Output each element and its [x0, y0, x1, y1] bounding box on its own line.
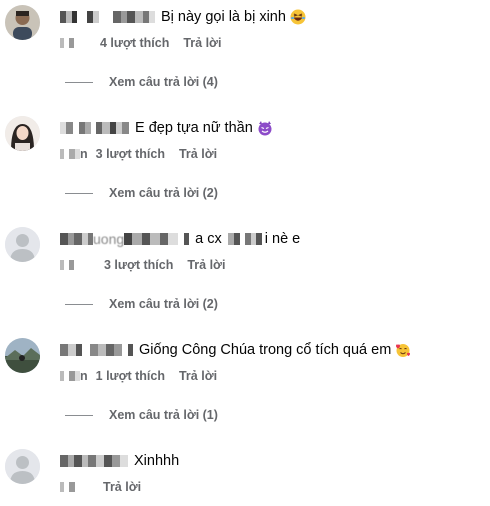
purple-devil-face-icon — [257, 120, 273, 136]
avatar[interactable] — [5, 227, 40, 262]
commenter-name-redacted[interactable]: uong — [60, 231, 190, 247]
comment-text: E đẹp tựa nữ thần — [135, 120, 253, 136]
laughing-face-icon — [290, 9, 306, 25]
divider — [65, 192, 93, 194]
divider — [65, 81, 93, 83]
comment-text: a cx — [195, 231, 222, 247]
divider — [65, 303, 93, 305]
comment-text-suffix: i nè e — [264, 231, 301, 247]
comment-item: Xinhhh Trả lời — [0, 444, 490, 506]
avatar[interactable] — [5, 116, 40, 151]
smiling-face-with-hearts-icon — [395, 342, 411, 358]
view-replies-link[interactable]: Xem câu trả lời (2) — [65, 183, 218, 203]
comment-item: E đẹp tựa nữ thần n 3 lượt thích Trả lời… — [0, 111, 490, 221]
avatar[interactable] — [5, 338, 40, 373]
comment-text: Bị này gọi là bị xinh — [161, 9, 286, 25]
avatar[interactable] — [5, 5, 40, 40]
reply-button[interactable]: Trả lời — [179, 147, 217, 161]
comment-text: Giống Công Chúa trong cổ tích quá em — [139, 342, 392, 358]
comment-item: uong a cx i nè e 3 lượt thích Trả lời Xe… — [0, 222, 490, 332]
view-replies-label: Xem câu trả lời (4) — [109, 75, 218, 89]
view-replies-link[interactable]: Xem câu trả lời (1) — [65, 405, 218, 425]
timestamp-redacted — [60, 260, 96, 270]
like-count[interactable]: 1 lượt thích — [96, 369, 165, 383]
redacted-mention — [227, 232, 262, 246]
reply-button[interactable]: Trả lời — [187, 258, 225, 272]
view-replies-link[interactable]: Xem câu trả lời (4) — [65, 72, 218, 92]
like-count[interactable]: 3 lượt thích — [96, 147, 165, 161]
like-count[interactable]: 4 lượt thích — [100, 36, 169, 50]
timestamp: n — [60, 147, 88, 161]
commenter-name-redacted[interactable] — [60, 121, 129, 135]
timestamp-redacted — [60, 38, 92, 48]
avatar[interactable] — [5, 449, 40, 484]
like-count[interactable]: 3 lượt thích — [104, 258, 173, 272]
commenter-name-redacted[interactable] — [60, 454, 128, 468]
timestamp-suffix: n — [80, 147, 88, 161]
comment-item: Bị này gọi là bị xinh 4 lượt thích Trả l… — [0, 0, 490, 110]
view-replies-label: Xem câu trả lời (2) — [109, 297, 218, 311]
view-replies-link[interactable]: Xem câu trả lời (2) — [65, 294, 218, 314]
commenter-name-redacted[interactable] — [60, 10, 155, 24]
view-replies-label: Xem câu trả lời (2) — [109, 186, 218, 200]
timestamp: n — [60, 369, 88, 383]
timestamp-redacted — [60, 482, 95, 492]
timestamp-suffix: n — [80, 369, 88, 383]
view-replies-label: Xem câu trả lời (1) — [109, 408, 218, 422]
comment-item: Giống Công Chúa trong cổ tích quá em n 1… — [0, 333, 490, 443]
comment-text: Xinhhh — [134, 453, 180, 469]
commenter-name-redacted[interactable] — [60, 343, 133, 357]
name-fragment: uong — [93, 231, 125, 247]
reply-button[interactable]: Trả lời — [183, 36, 221, 50]
reply-button[interactable]: Trả lời — [179, 369, 217, 383]
divider — [65, 414, 93, 416]
reply-button[interactable]: Trả lời — [103, 480, 141, 494]
